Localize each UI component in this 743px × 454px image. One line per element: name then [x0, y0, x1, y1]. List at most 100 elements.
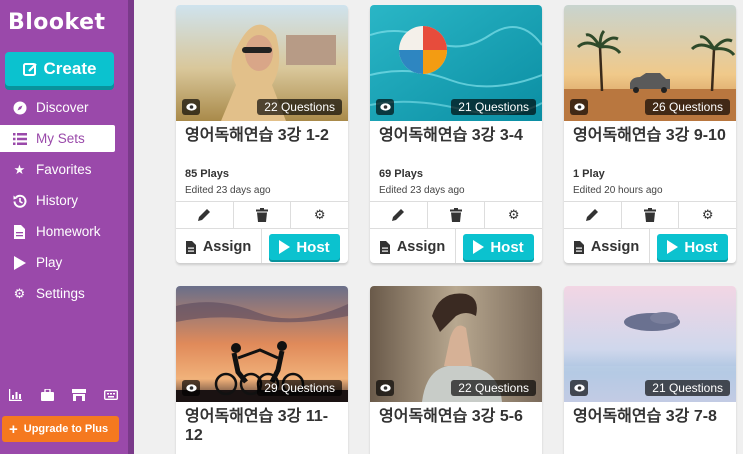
sidebar-item-discover[interactable]: Discover — [0, 94, 128, 121]
edited-time: Edited 23 days ago — [185, 185, 271, 196]
delete-button[interactable] — [622, 202, 680, 228]
gear-icon: ⚙ — [13, 285, 26, 301]
sidebar-item-history[interactable]: History — [0, 187, 128, 214]
delete-button[interactable] — [234, 202, 292, 228]
trash-icon — [644, 208, 656, 222]
question-count-badge: 22 Questions — [451, 380, 536, 396]
document-icon — [573, 240, 584, 254]
settings-button[interactable]: ⚙ — [485, 202, 542, 228]
eye-icon — [185, 103, 197, 111]
create-button[interactable]: Create — [5, 52, 114, 86]
keyboard-icon[interactable] — [104, 388, 118, 402]
set-tools: ⚙ — [176, 201, 348, 229]
create-button-label: Create — [43, 59, 97, 78]
document-icon — [379, 240, 390, 254]
assign-label: Assign — [396, 239, 446, 255]
play-count: 85 Plays — [185, 168, 230, 180]
set-actions: Assign Host — [564, 229, 736, 263]
set-card[interactable]: 22 Questions 영어독해연습 3강 1-2 85 Plays Edit… — [176, 5, 348, 263]
gear-icon: ⚙ — [313, 207, 326, 222]
set-title: 영어독해연습 3강 3-4 — [379, 127, 523, 144]
briefcase-icon[interactable] — [40, 388, 54, 402]
edited-time: Edited 20 hours ago — [573, 185, 663, 196]
edit-button[interactable] — [176, 202, 234, 228]
preview-button[interactable] — [376, 380, 394, 396]
host-button[interactable]: Host — [463, 234, 534, 260]
play-count: 1 Play — [573, 168, 605, 180]
compass-icon — [12, 100, 27, 115]
set-tools: ⚙ — [564, 201, 736, 229]
pencil-icon — [198, 209, 211, 221]
edit-button[interactable] — [564, 202, 622, 228]
pencil-icon — [392, 209, 405, 221]
edit-icon — [22, 62, 37, 76]
set-actions: Assign Host — [176, 229, 348, 263]
sidebar-item-homework[interactable]: Homework — [0, 218, 128, 245]
question-count-badge: 21 Questions — [451, 99, 536, 115]
history-icon — [12, 193, 27, 208]
sidebar-nav: Discover My Sets ★ Favorites History Hom… — [0, 94, 128, 311]
sidebar-item-label: Homework — [36, 224, 101, 239]
sidebar-item-play[interactable]: Play — [0, 249, 128, 276]
set-tools: ⚙ — [370, 201, 542, 229]
question-count-badge: 22 Questions — [257, 99, 342, 115]
sidebar-item-label: My Sets — [36, 131, 85, 146]
play-icon — [279, 240, 291, 254]
sidebar: Blooket Create Discover My Sets ★ Favori… — [0, 0, 128, 454]
set-card[interactable]: 21 Questions 영어독해연습 3강 3-4 69 Plays Edit… — [370, 5, 542, 263]
assign-button[interactable]: Assign — [176, 229, 262, 263]
edit-button[interactable] — [370, 202, 428, 228]
set-card[interactable]: 21 Questions 영어독해연습 3강 7-8 — [564, 286, 736, 454]
set-title: 영어독해연습 3강 11-12 — [185, 408, 329, 444]
preview-button[interactable] — [570, 99, 588, 115]
sidebar-item-favorites[interactable]: ★ Favorites — [0, 156, 128, 183]
eye-icon — [573, 103, 585, 111]
edited-time: Edited 23 days ago — [379, 185, 465, 196]
set-title: 영어독해연습 3강 1-2 — [185, 127, 329, 144]
play-icon — [12, 255, 27, 270]
upgrade-button[interactable]: + Upgrade to Plus — [2, 416, 119, 442]
sidebar-item-label: Favorites — [36, 162, 92, 177]
preview-button[interactable] — [570, 380, 588, 396]
eye-icon — [185, 384, 197, 392]
assign-label: Assign — [202, 239, 252, 255]
host-button[interactable]: Host — [269, 234, 340, 260]
settings-button[interactable]: ⚙ — [291, 202, 348, 228]
sidebar-item-settings[interactable]: ⚙ Settings — [0, 280, 128, 307]
preview-button[interactable] — [376, 99, 394, 115]
trash-icon — [256, 208, 268, 222]
set-card[interactable]: 29 Questions 영어독해연습 3강 11-12 — [176, 286, 348, 454]
set-card[interactable]: 22 Questions 영어독해연습 3강 5-6 — [370, 286, 542, 454]
set-title: 영어독해연습 3강 5-6 — [379, 408, 523, 425]
assign-button[interactable]: Assign — [370, 229, 456, 263]
play-icon — [473, 240, 485, 254]
sidebar-item-label: Play — [36, 255, 63, 270]
app-logo[interactable]: Blooket — [8, 10, 106, 35]
star-icon: ★ — [13, 161, 26, 177]
sidebar-divider — [128, 0, 134, 454]
set-actions: Assign Host — [370, 229, 542, 263]
preview-button[interactable] — [182, 380, 200, 396]
sidebar-item-label: Discover — [36, 100, 89, 115]
question-count-badge: 21 Questions — [645, 380, 730, 396]
play-icon — [667, 240, 679, 254]
preview-button[interactable] — [182, 99, 200, 115]
sidebar-item-my-sets[interactable]: My Sets — [0, 125, 115, 152]
document-icon — [185, 240, 196, 254]
stats-icon[interactable] — [8, 388, 22, 402]
document-icon — [12, 224, 27, 239]
market-icon[interactable] — [72, 388, 86, 402]
assign-button[interactable]: Assign — [564, 229, 650, 263]
eye-icon — [379, 384, 391, 392]
delete-button[interactable] — [428, 202, 486, 228]
set-card[interactable]: 26 Questions 영어독해연습 3강 9-10 1 Play Edite… — [564, 5, 736, 263]
gear-icon: ⚙ — [507, 207, 520, 222]
assign-label: Assign — [590, 239, 640, 255]
sidebar-bottom-icons — [8, 388, 118, 402]
plus-icon: + — [9, 420, 18, 438]
settings-button[interactable]: ⚙ — [679, 202, 736, 228]
list-icon — [12, 131, 27, 146]
trash-icon — [450, 208, 462, 222]
host-button[interactable]: Host — [657, 234, 728, 260]
question-count-badge: 26 Questions — [645, 99, 730, 115]
